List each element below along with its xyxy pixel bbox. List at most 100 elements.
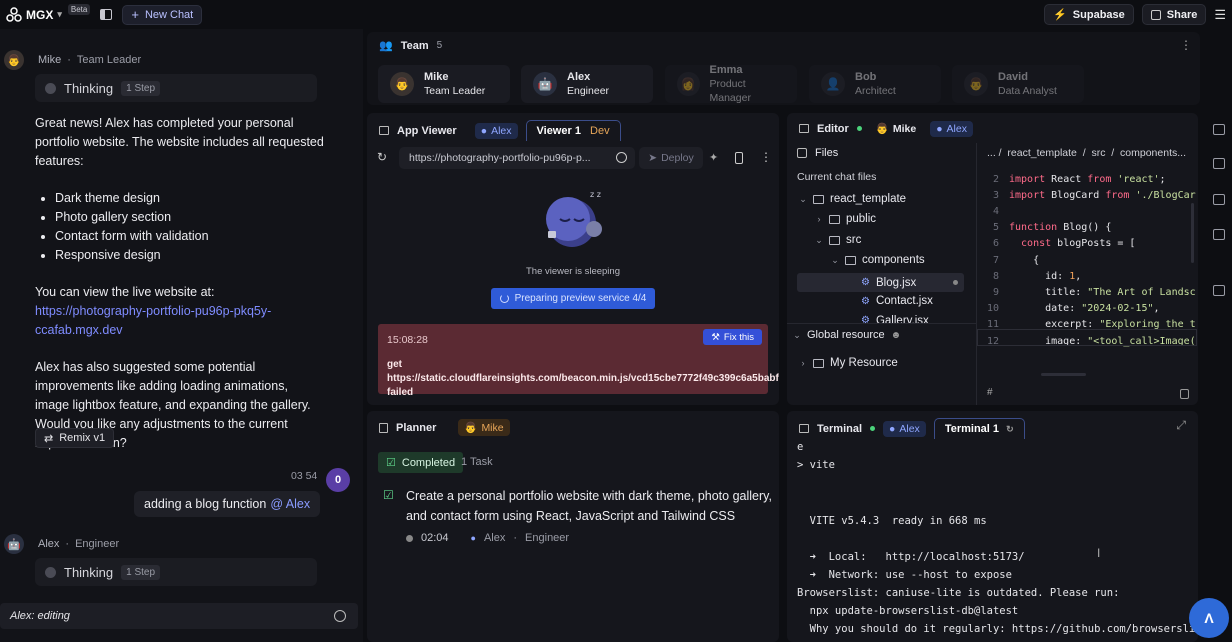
vertical-scrollbar[interactable] (1191, 203, 1194, 263)
tree-label: My Resource (830, 357, 898, 369)
assistant-message: Great news! Alex has completed your pers… (35, 114, 325, 453)
file-gallery-jsx[interactable]: ⚙ Gallery.jsx (861, 315, 929, 323)
code-rail-icon[interactable] (1213, 229, 1225, 240)
task-owner: Alex (483, 532, 506, 544)
app-root: MGX ▾ Beta + New Chat ⚡ Supabase Share ☰… (0, 0, 1232, 642)
open-external-icon[interactable] (616, 152, 627, 163)
terminal-title: Terminal (817, 422, 863, 435)
grid-rail-icon[interactable] (1213, 158, 1225, 169)
member-role: Product Manager (709, 77, 751, 104)
svg-text:z z: z z (590, 190, 601, 199)
member-role: Engineer (567, 84, 610, 97)
agent-tag-mike[interactable]: 👨 Mike (458, 419, 510, 436)
clock-icon (406, 534, 413, 542)
sleeping-moon-illustration: z z (546, 190, 602, 247)
stop-icon[interactable] (334, 610, 346, 622)
folder-components[interactable]: ⌄ components (831, 254, 924, 266)
app-viewer-header: App Viewer ● Alex Viewer 1 Dev (379, 120, 621, 141)
files-title: Files (815, 147, 839, 159)
dev-badge: Dev (590, 125, 610, 137)
more-vertical-icon[interactable]: ⋮ (1180, 38, 1192, 52)
team-member-bob[interactable]: 👤 Bob Architect (809, 65, 941, 103)
horizontal-scrollbar[interactable] (1041, 373, 1086, 376)
features-list: Dark theme design Photo gallery section … (35, 189, 325, 265)
sleeping-text: The viewer is sleeping (526, 266, 620, 277)
agent-tag-alex[interactable]: ● Alex (930, 120, 973, 137)
member-role: Architect (855, 84, 896, 97)
supabase-button[interactable]: ⚡ Supabase (1044, 4, 1134, 25)
more-vertical-icon[interactable]: ⋮ (760, 150, 772, 164)
terminal-line: npx update-browserslist-db@latest (797, 605, 1019, 617)
refresh-icon[interactable]: ↻ (377, 150, 387, 164)
share-button[interactable]: Share (1141, 4, 1207, 25)
browser-rail-icon[interactable] (1213, 194, 1225, 205)
member-role: Team Leader (424, 84, 486, 97)
expand-icon[interactable]: ⤢ (1176, 418, 1186, 433)
fix-this-button[interactable]: ⚒ Fix this (703, 329, 762, 345)
code-line: 5 function Blog() { (977, 220, 1111, 236)
code-view[interactable]: ... / react_template / src / components.… (977, 143, 1198, 405)
remix-button[interactable]: ⇄ Remix v1 (35, 428, 115, 448)
spinner-icon (499, 294, 509, 303)
live-link-paragraph: You can view the live website at: https:… (35, 283, 325, 340)
folder-src[interactable]: ⌄ src (815, 234, 861, 246)
plus-icon: + (131, 7, 139, 22)
agent-tag-mike[interactable]: 👨 Mike (870, 120, 922, 137)
tab-terminal-1[interactable]: Terminal 1 ↻ (933, 418, 1025, 439)
code-token: , (1075, 270, 1082, 282)
agent-tag-alex[interactable]: ● Alex (474, 122, 518, 139)
thinking-block[interactable]: Thinking 1 Step (35, 74, 317, 102)
tree-label: public (846, 213, 877, 225)
team-member-emma[interactable]: 👩 Emma Product Manager (665, 64, 797, 104)
folder-my-resource[interactable]: › My Resource (799, 357, 898, 369)
global-resource-header[interactable]: ⌄ Global resource ☻ (793, 329, 901, 341)
tab-viewer-1[interactable]: Viewer 1 Dev (525, 120, 621, 141)
live-prefix: You can view the live website at: (35, 285, 215, 299)
chevron-down-icon: ⌄ (793, 329, 801, 340)
terminal-line: Browserslist: caniuse-lite is outdated. … (797, 587, 1120, 599)
mobile-view-icon[interactable] (735, 152, 743, 164)
url-bar[interactable]: https://photography-portfolio-pu96p-p... (399, 147, 635, 169)
code-token: import (1009, 173, 1052, 185)
live-website-link[interactable]: https://photography-portfolio-pu96p-pkq5… (35, 304, 271, 337)
sidebar-toggle-icon[interactable] (100, 9, 113, 20)
code-line: 7 { (977, 252, 1039, 268)
team-member-alex[interactable]: 🤖 Alex Engineer (521, 65, 653, 103)
copy-icon[interactable] (1180, 389, 1189, 399)
mike-role: Team Leader (76, 54, 142, 66)
file-blog-jsx[interactable]: ⚙ Blog.jsx (797, 273, 964, 292)
folder-react-template[interactable]: ⌄ react_template (799, 193, 906, 205)
line-number: 8 (992, 270, 999, 282)
code-token: image: (1009, 335, 1088, 347)
terminal-line: VITE v5.4.3 ready in 668 ms (797, 515, 987, 527)
task-owner-role: Engineer (525, 532, 570, 544)
code-token: function (1009, 222, 1064, 234)
thinking-block-2[interactable]: Thinking 1 Step (35, 558, 317, 586)
user-plus-icon[interactable]: ☻ (891, 330, 902, 341)
hash-icon[interactable]: # (987, 387, 993, 398)
right-rail: Λ (1189, 112, 1232, 642)
inspect-icon[interactable]: ✦ (709, 151, 718, 164)
team-member-david[interactable]: 👨 David Data Analyst (952, 65, 1084, 103)
share-icon (1150, 9, 1161, 20)
folder-rail-icon[interactable] (1213, 285, 1225, 296)
mgx-logo[interactable]: MGX ▾ (6, 6, 62, 23)
settings-sliders-icon[interactable]: ☰ (1214, 7, 1226, 23)
team-member-mike[interactable]: 👨 Mike Team Leader (378, 65, 510, 103)
folder-public[interactable]: › public (815, 213, 877, 225)
error-box: 15:08:28 ⚒ Fix this get https://static.c… (378, 324, 779, 398)
agent-tag-alex[interactable]: ● Alex (883, 420, 926, 437)
deploy-button[interactable]: ➤ Deploy (639, 147, 703, 169)
terminal-rail-icon[interactable] (1213, 124, 1225, 135)
assistant-launcher-icon[interactable]: Λ (1189, 598, 1229, 638)
rocket-icon: ➤ (648, 152, 658, 164)
terminal-line: ➜ Network: use --host to expose (797, 569, 1012, 581)
file-contact-jsx[interactable]: ⚙ Contact.jsx (861, 295, 933, 307)
new-chat-button[interactable]: + New Chat (122, 4, 203, 25)
line-number: 2 (992, 173, 999, 185)
code-token: date: (1009, 303, 1082, 315)
message-intro: Great news! Alex has completed your pers… (35, 116, 324, 168)
chevron-down-icon[interactable]: ▾ (57, 9, 62, 20)
team-count: 5 (436, 40, 443, 51)
task-count: 1 Task (461, 456, 493, 468)
